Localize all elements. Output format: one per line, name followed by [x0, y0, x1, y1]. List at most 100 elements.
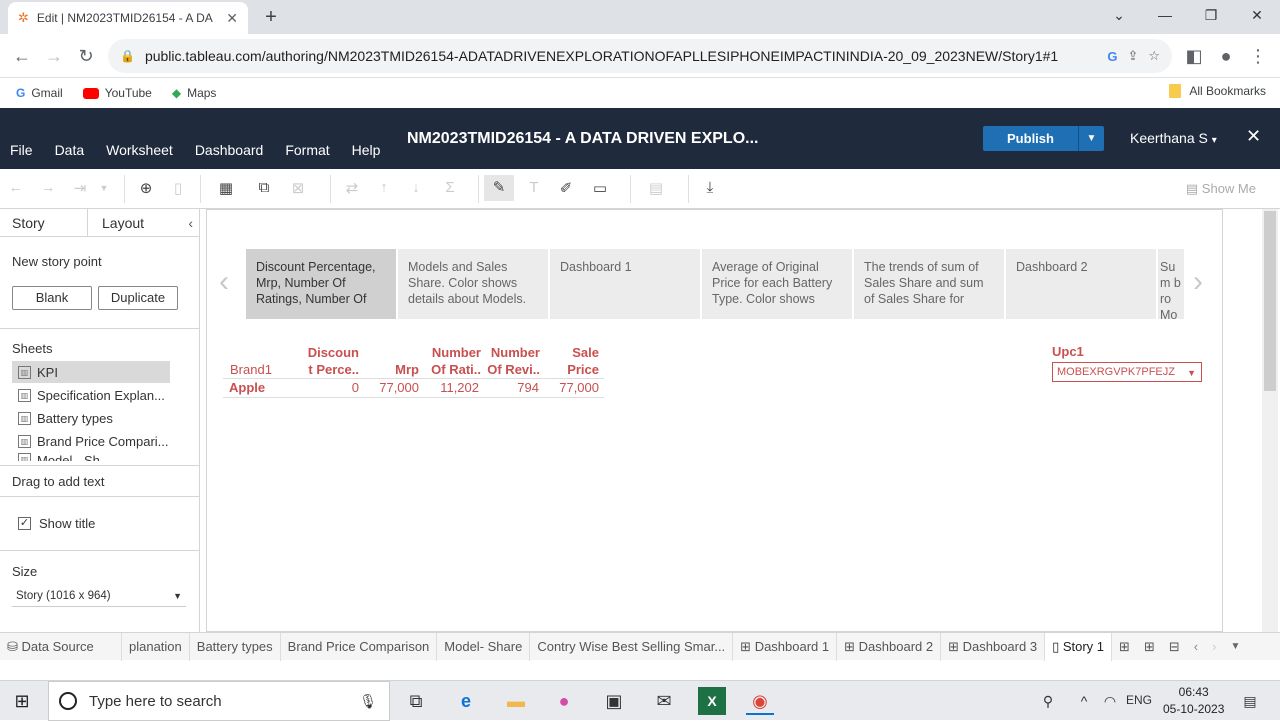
- cell-brand[interactable]: Apple: [229, 380, 265, 395]
- prev-story-point-icon[interactable]: ‹: [219, 265, 229, 299]
- google-icon[interactable]: G: [1107, 49, 1117, 64]
- publish-label[interactable]: Publish: [983, 126, 1078, 151]
- bookmark-star-icon[interactable]: ☆: [1148, 48, 1160, 64]
- all-bookmarks[interactable]: All Bookmarks: [1169, 84, 1266, 98]
- close-window-button[interactable]: ✕: [1234, 0, 1280, 30]
- undo-icon[interactable]: ←: [4, 179, 28, 196]
- sheet-item-specification[interactable]: ▥ Specification Explan...: [12, 384, 170, 406]
- profile-avatar[interactable]: ●: [1212, 42, 1240, 70]
- back-icon[interactable]: ←: [8, 42, 36, 70]
- tab-model-share[interactable]: Model- Share: [437, 632, 531, 661]
- story-point-2[interactable]: Models and Sales Share. Color shows deta…: [398, 249, 548, 319]
- publish-button[interactable]: Publish ▼: [983, 126, 1104, 151]
- tab-specification[interactable]: planation: [122, 632, 190, 661]
- new-data-source-icon[interactable]: ⊕: [134, 179, 158, 197]
- tabs-menu-icon[interactable]: ▼: [1223, 633, 1247, 661]
- sort-ascending-icon[interactable]: ↑: [372, 179, 396, 196]
- reload-icon[interactable]: ↻: [72, 42, 100, 70]
- edge-icon[interactable]: e: [452, 687, 480, 715]
- share-icon[interactable]: ⇪: [1127, 48, 1138, 64]
- redo-icon[interactable]: →: [36, 179, 60, 196]
- chevron-down-icon[interactable]: ▼: [1078, 126, 1104, 151]
- cell-sale[interactable]: 77,000: [547, 380, 599, 395]
- story-point-5[interactable]: The trends of sum of Sales Share and sum…: [854, 249, 1004, 319]
- story-point-4[interactable]: Average of Original Price for each Batte…: [702, 249, 852, 319]
- notification-icon[interactable]: ▤: [1236, 687, 1264, 715]
- close-icon[interactable]: ✕: [1246, 126, 1261, 147]
- mail-icon[interactable]: ✉: [650, 687, 678, 715]
- vertical-scrollbar[interactable]: [1262, 209, 1278, 632]
- bookmark-maps[interactable]: ◆ Maps: [172, 86, 217, 100]
- duplicate-sheet-icon[interactable]: ⧉: [252, 179, 276, 196]
- pause-updates-icon[interactable]: ▯: [166, 179, 190, 197]
- tab-brand-price[interactable]: Brand Price Comparison: [281, 632, 438, 661]
- cell-mrp[interactable]: 77,000: [367, 380, 419, 395]
- address-bar[interactable]: 🔒 public.tableau.com/authoring/NM2023TMI…: [108, 39, 1172, 73]
- taskbar-search[interactable]: Type here to search 🎙: [48, 681, 390, 721]
- menu-dashboard[interactable]: Dashboard: [195, 142, 264, 158]
- labels-icon[interactable]: T: [522, 179, 546, 196]
- menu-file[interactable]: File: [10, 142, 33, 158]
- chevron-down-icon[interactable]: ▼: [92, 183, 116, 193]
- scroll-right-icon[interactable]: ›: [1205, 633, 1223, 661]
- bookmark-youtube[interactable]: YouTube: [82, 86, 152, 100]
- fit-icon[interactable]: ▭: [588, 179, 612, 197]
- show-title-option[interactable]: ✓ Show title: [18, 516, 95, 531]
- duplicate-button[interactable]: Duplicate: [98, 286, 178, 310]
- sheet-item-model-share[interactable]: ▥ Model - Sh...: [12, 453, 170, 461]
- close-tab-icon[interactable]: ✕: [226, 10, 238, 27]
- user-menu[interactable]: Keerthana S ▾: [1130, 130, 1217, 146]
- tab-search-icon[interactable]: ⌄: [1096, 0, 1142, 30]
- clock[interactable]: 06:43 05-10-2023: [1163, 684, 1224, 718]
- sheet-item-battery-types[interactable]: ▥ Battery types: [12, 407, 170, 429]
- cell-reviews[interactable]: 794: [483, 380, 539, 395]
- story-point-6[interactable]: Dashboard 2: [1006, 249, 1156, 319]
- show-title-checkbox[interactable]: ✓: [18, 517, 31, 530]
- cell-ratings[interactable]: 11,202: [423, 380, 479, 395]
- new-tab-button[interactable]: +: [258, 4, 284, 30]
- store-icon[interactable]: ▣: [600, 687, 628, 715]
- size-dropdown[interactable]: Story (1016 x 964) ▼: [12, 585, 186, 607]
- chrome-icon[interactable]: ◉: [746, 687, 774, 715]
- tab-data-source[interactable]: ⛁ Data Source: [0, 632, 122, 661]
- menu-help[interactable]: Help: [352, 142, 381, 158]
- browser-tab[interactable]: ✲ Edit | NM2023TMID26154 - A DA ✕: [8, 2, 248, 34]
- microphone-icon[interactable]: 🎙: [359, 693, 377, 710]
- minimize-button[interactable]: —: [1142, 0, 1188, 30]
- download-icon[interactable]: ⤓: [698, 179, 722, 196]
- menu-format[interactable]: Format: [285, 142, 329, 158]
- new-worksheet-tab-icon[interactable]: ⊞: [1112, 633, 1137, 661]
- language-indicator[interactable]: ENG: [1126, 693, 1152, 707]
- chevron-up-icon[interactable]: ^: [1070, 687, 1098, 715]
- bookmark-gmail[interactable]: G Gmail: [16, 86, 63, 100]
- story-point-7[interactable]: Sum bro Mo: [1158, 249, 1184, 319]
- format-icon[interactable]: ✐: [554, 179, 578, 197]
- task-view-icon[interactable]: ⧉: [402, 687, 430, 715]
- next-story-point-icon[interactable]: ›: [1193, 265, 1203, 299]
- replay-icon[interactable]: ⇥: [68, 179, 92, 197]
- new-story-tab-icon[interactable]: ⊟: [1162, 633, 1187, 661]
- upc-filter-dropdown[interactable]: MOBEXRGVPK7PFEJZ ▼: [1052, 362, 1202, 382]
- chrome-menu-icon[interactable]: ⋮: [1244, 42, 1272, 70]
- totals-icon[interactable]: Σ: [438, 179, 462, 196]
- sort-descending-icon[interactable]: ↓: [404, 179, 428, 196]
- swap-icon[interactable]: ⇄: [340, 179, 364, 197]
- new-worksheet-icon[interactable]: ▦: [214, 179, 238, 197]
- story-point-1[interactable]: Discount Percentage, Mrp, Number Of Rati…: [246, 249, 396, 319]
- url-text[interactable]: public.tableau.com/authoring/NM2023TMID2…: [145, 48, 1097, 64]
- tab-dashboard-1[interactable]: ⊞ Dashboard 1: [733, 632, 838, 661]
- tab-country-wise[interactable]: Contry Wise Best Selling Smar...: [530, 632, 734, 661]
- sheet-item-brand-price[interactable]: ▥ Brand Price Compari...: [12, 430, 170, 452]
- restore-button[interactable]: ❐: [1188, 0, 1234, 30]
- forward-icon[interactable]: →: [40, 42, 68, 70]
- blank-button[interactable]: Blank: [12, 286, 92, 310]
- menu-data[interactable]: Data: [55, 142, 85, 158]
- tab-layout[interactable]: Layout: [88, 209, 156, 236]
- cell-discount[interactable]: 0: [297, 380, 359, 395]
- scroll-left-icon[interactable]: ‹: [1187, 633, 1205, 661]
- collapse-icon[interactable]: ‹: [188, 215, 193, 231]
- windows-start-icon[interactable]: ⊞: [8, 687, 36, 715]
- menu-worksheet[interactable]: Worksheet: [106, 142, 173, 158]
- drag-text-item[interactable]: Drag to add text: [12, 474, 105, 489]
- tab-story[interactable]: Story: [0, 209, 88, 236]
